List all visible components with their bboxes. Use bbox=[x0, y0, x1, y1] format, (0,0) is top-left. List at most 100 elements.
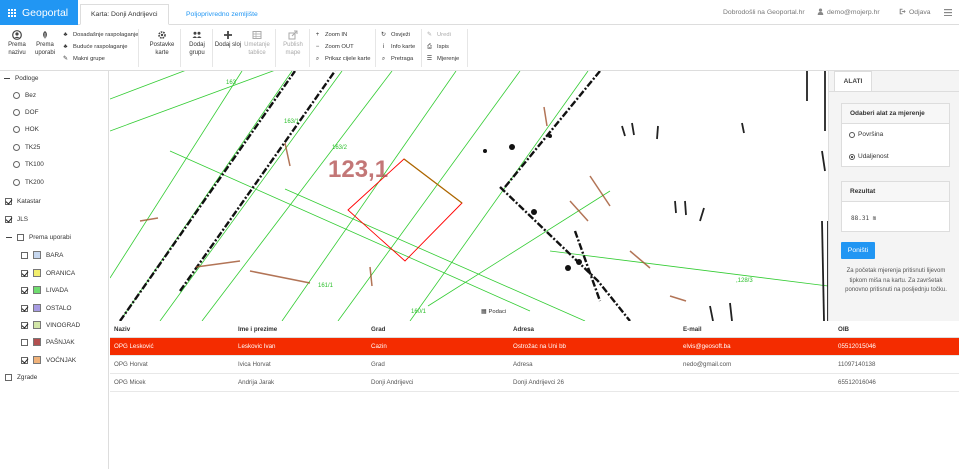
radio-tk25[interactable]: TK25 bbox=[13, 144, 40, 151]
pretraga-item[interactable]: ⌕ Pretraga bbox=[380, 53, 415, 65]
edit-list: ✎ Uredi ⎙ Ispis ☰ Mjerenje bbox=[426, 29, 459, 65]
tab-karta[interactable]: Karta: Donji Andrijevci bbox=[80, 4, 169, 25]
radio-label: TK25 bbox=[25, 144, 41, 151]
radio-circle bbox=[849, 131, 855, 138]
radio-bez[interactable]: Bez bbox=[13, 92, 36, 99]
uporaba-item[interactable]: VINOGRAD bbox=[21, 321, 80, 329]
info-item[interactable]: i Info karte bbox=[380, 41, 415, 53]
makni-label: Makni grupe bbox=[73, 56, 105, 62]
umetanje-tablice-button[interactable]: Umetanje tablice bbox=[242, 30, 272, 57]
pin-icon: ♣ bbox=[63, 32, 68, 38]
uredi-item[interactable]: ✎ Uredi bbox=[426, 29, 459, 41]
buduce-label: Buduće raspolaganje bbox=[73, 44, 128, 50]
layer-label: Katastar bbox=[17, 198, 41, 205]
table-cell: Adresa bbox=[513, 361, 533, 368]
radio-circle bbox=[13, 109, 20, 116]
dodaj-sloj-button[interactable]: Dodaj sloj bbox=[213, 30, 243, 50]
uporaba-label: BARA bbox=[46, 251, 64, 259]
zoom-list: + Zoom IN − Zoom OUT ⌕ Prikaz cijele karte bbox=[314, 29, 371, 65]
info-list: ↻ Osvježi i Info karte ⌕ Pretraga bbox=[380, 29, 415, 65]
map-canvas[interactable]: 123,1 163 163/1 163/2 161/1 160/1 ,128/3… bbox=[110, 71, 828, 321]
dodaj-grupu-button[interactable]: Dodaj grupu bbox=[182, 30, 212, 57]
column-header[interactable]: Adresa bbox=[513, 321, 534, 337]
collapse-icon bbox=[4, 78, 10, 79]
uporaba-item[interactable]: LIVADA bbox=[21, 286, 68, 294]
postavke-button[interactable]: Postavke karte bbox=[147, 30, 177, 57]
radio-dof[interactable]: DOF bbox=[13, 109, 39, 116]
column-header[interactable]: Ime i prezime bbox=[238, 321, 277, 337]
ruler-icon: ☰ bbox=[426, 56, 433, 62]
column-header[interactable]: Grad bbox=[371, 321, 385, 337]
table-row[interactable]: OPG Lesković Leskovic Ivan Cazin Ostrožac n… bbox=[110, 338, 959, 356]
table-cell: Donji Andrijevci 26 bbox=[513, 379, 564, 386]
buduce-item[interactable]: ♣ Buduće raspolaganje bbox=[62, 41, 138, 53]
podloge-label: Podloge bbox=[15, 75, 39, 82]
zoom-out-item[interactable]: − Zoom OUT bbox=[314, 41, 370, 53]
result-box: Rezultat 88.31 m bbox=[841, 181, 950, 232]
apps-grid-icon bbox=[8, 8, 16, 17]
uporaba-item[interactable]: ORANICA bbox=[21, 269, 75, 277]
print-icon: ⎙ bbox=[427, 44, 432, 50]
option-udaljenost[interactable]: Udaljenost bbox=[849, 153, 889, 160]
menu-icon[interactable] bbox=[944, 0, 952, 25]
mjerenje-item[interactable]: ☰ Mjerenje bbox=[426, 53, 459, 65]
info-icon: i bbox=[382, 44, 385, 50]
uporaba-item[interactable]: BARA bbox=[21, 251, 63, 259]
option-label: Udaljenost bbox=[858, 153, 889, 160]
cadastral-lines bbox=[110, 71, 828, 321]
measure-title: Odaberi alat za mjerenje bbox=[842, 104, 949, 124]
uporaba-label: LIVADA bbox=[46, 286, 69, 294]
parcel-label: 161/1 bbox=[318, 283, 334, 289]
radio-tk100[interactable]: TK100 bbox=[13, 161, 44, 168]
prema-uporabi-group[interactable]: Prema uporabi bbox=[6, 234, 71, 241]
uporaba-item[interactable]: PAŠNJAK bbox=[21, 338, 75, 346]
group-icon bbox=[192, 31, 202, 38]
color-swatch bbox=[33, 251, 41, 259]
parcel-label: 163/1 bbox=[284, 119, 300, 125]
user-menu[interactable]: demo@mojerp.hr bbox=[817, 0, 880, 25]
column-header[interactable]: Naziv bbox=[114, 321, 130, 337]
prema-uporabi-button[interactable]: Prema uporabi bbox=[30, 30, 60, 57]
umetanje-label: Umetanje tablice bbox=[244, 42, 270, 56]
tab-poljoprivredno[interactable]: Poljoprivredno zemljište bbox=[176, 4, 268, 25]
app-brand[interactable]: Geoportal bbox=[0, 0, 78, 25]
reset-button[interactable]: Poništi bbox=[841, 242, 875, 259]
ispis-item[interactable]: ⎙ Ispis bbox=[426, 41, 459, 53]
option-povrsina[interactable]: Površina bbox=[849, 131, 883, 138]
ispis-label: Ispis bbox=[437, 44, 449, 50]
table-cell: nedo@gmail.com bbox=[683, 361, 732, 368]
table-header: Naziv Ime i prezime Grad Adresa E-mail OIB bbox=[110, 321, 959, 338]
uporaba-item[interactable]: VOĆNJAK bbox=[21, 356, 76, 364]
radio-label: Bez bbox=[25, 92, 37, 99]
table-row[interactable]: OPG Micek Andrija Jarak Donji Andrijevci Do… bbox=[110, 374, 959, 392]
column-header[interactable]: OIB bbox=[838, 321, 849, 337]
podaci-toggle[interactable]: ▦ Podaci bbox=[481, 309, 506, 315]
toolbar-divider bbox=[375, 29, 376, 67]
uporaba-item[interactable]: OSTALO bbox=[21, 304, 71, 312]
layer-zgrade[interactable]: Zgrade bbox=[5, 374, 37, 381]
table-row[interactable]: OPG Horvat Ivica Horvat Grad Adresa nedo@gma… bbox=[110, 356, 959, 374]
publish-button[interactable]: Publish mape bbox=[278, 30, 308, 57]
zoom-in-item[interactable]: + Zoom IN bbox=[314, 29, 370, 41]
dosadasnje-item[interactable]: ♣ Dosadašnje raspolaganje bbox=[62, 29, 139, 41]
search-icon: ⌕ bbox=[315, 56, 320, 62]
radio-circle bbox=[13, 92, 20, 99]
refresh-icon: ↻ bbox=[380, 32, 387, 38]
prikaz-item[interactable]: ⌕ Prikaz cijele karte bbox=[314, 53, 371, 65]
color-swatch bbox=[33, 338, 41, 346]
measure-box: Odaberi alat za mjerenje Površina Udalje… bbox=[841, 103, 950, 167]
logout-button[interactable]: Odjava bbox=[899, 0, 931, 25]
uporaba-label: PAŠNJAK bbox=[46, 338, 75, 346]
checkbox bbox=[5, 216, 12, 223]
tab-alati[interactable]: ALATI bbox=[834, 71, 872, 91]
podloge-group[interactable]: Podloge bbox=[4, 75, 38, 82]
radio-hok[interactable]: HOK bbox=[13, 126, 39, 133]
makni-item[interactable]: ✎ Makni grupe bbox=[62, 53, 138, 65]
radio-tk200[interactable]: TK200 bbox=[13, 179, 44, 186]
toolbar-divider bbox=[138, 29, 139, 67]
layer-katastar[interactable]: Katastar bbox=[5, 198, 41, 205]
prema-nazivu-button[interactable]: Prema nazivu bbox=[2, 30, 32, 57]
layer-jls[interactable]: JLS bbox=[5, 216, 28, 223]
column-header[interactable]: E-mail bbox=[683, 321, 702, 337]
osvjezi-item[interactable]: ↻ Osvježi bbox=[380, 29, 415, 41]
